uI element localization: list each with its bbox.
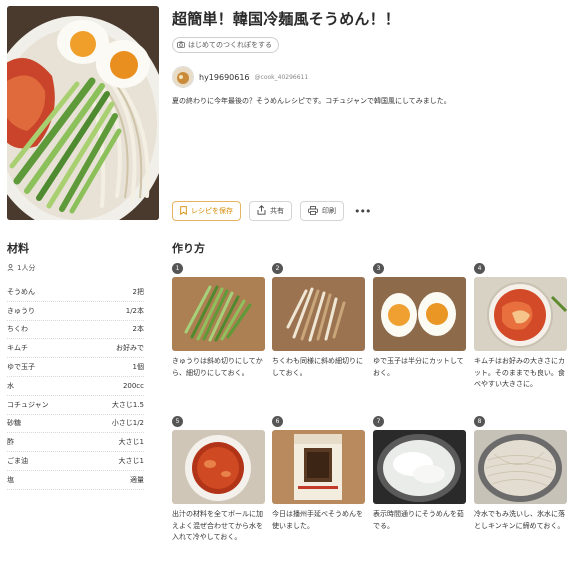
bookmark-icon <box>180 205 187 217</box>
first-tsukurepo-label: はじめてのつくれぽをする <box>188 41 272 49</box>
author-avatar[interactable] <box>172 66 194 88</box>
ingredient-row: 砂糖 小さじ1/2 <box>7 415 144 434</box>
step-photo[interactable] <box>172 277 265 351</box>
ingredient-name: 砂糖 <box>7 419 21 428</box>
ingredient-row: そうめん 2把 <box>7 283 144 302</box>
ingredient-row: ゆで玉子 1個 <box>7 358 144 377</box>
ingredient-amount: 小さじ1/2 <box>111 419 144 428</box>
printer-icon <box>308 205 318 217</box>
step-8: 8 冷水でもみ洗いし、氷水に落としキンキンに締めておく。 <box>474 416 567 532</box>
ingredient-row: 水 200cc <box>7 377 144 396</box>
step-text: キムチはお好みの大きさにカット。そのままでも良い。食べやすい大きさに。 <box>474 357 565 388</box>
step-5: 5 出汁の材料を全てボールに加えよく混ぜ合わせてから水を入れて冷やしておく。 <box>172 416 265 544</box>
ingredient-amount: 2本 <box>132 325 144 334</box>
step-text: ちくわも同様に斜め細切りにしておく。 <box>272 357 363 377</box>
step-text: 今日は播州手延べそうめんを使いました。 <box>272 510 363 530</box>
ingredient-name: ちくわ <box>7 325 28 334</box>
step-number: 8 <box>474 416 485 427</box>
ingredient-amount: 適量 <box>130 475 144 484</box>
step-text: 表示時間通りにそうめんを茹でる。 <box>373 510 464 530</box>
ingredient-name: コチュジャン <box>7 400 49 409</box>
first-tsukurepo-button[interactable]: はじめてのつくれぽをする <box>172 37 279 53</box>
ingredient-name: きゅうり <box>7 306 35 315</box>
step-photo[interactable] <box>272 277 365 351</box>
save-recipe-button[interactable]: レシピを保存 <box>172 201 241 221</box>
author-id: @cook_40296611 <box>254 73 309 81</box>
step-6: 6 今日は播州手延べそうめんを使いました。 <box>272 416 365 532</box>
step-3: 3 ゆで玉子は半分にカットしておく。 <box>373 263 466 379</box>
author-info[interactable]: hy19690616 @cook_40296611 <box>172 66 308 88</box>
recipe-title: 超簡単！韓国冷麺風そうめん！！ <box>172 10 401 28</box>
camera-icon <box>177 41 185 50</box>
ingredient-amount: 大さじ1 <box>118 457 144 466</box>
ingredient-amount: 大さじ1 <box>118 438 144 447</box>
ingredient-amount: 1/2本 <box>125 306 144 315</box>
ingredient-list: そうめん 2把 きゅうり 1/2本 ちくわ 2本 キムチ お好みで ゆで玉子 1個 水 20… <box>7 283 144 490</box>
step-text: 出汁の材料を全てボールに加えよく混ぜ合わせてから水を入れて冷やしておく。 <box>172 510 263 541</box>
step-number: 1 <box>172 263 183 274</box>
more-options-icon[interactable]: ••• <box>354 205 371 218</box>
step-1: 1 きゅうりは斜め切りにしてから、細切りにしておく。 <box>172 263 265 379</box>
print-label: 印刷 <box>322 207 336 215</box>
step-photo[interactable] <box>272 430 365 504</box>
step-2: 2 ちくわも同様に斜め細切りにしておく。 <box>272 263 365 379</box>
ingredient-amount: 1個 <box>132 363 144 372</box>
ingredient-name: ごま油 <box>7 457 28 466</box>
ingredient-row: きゅうり 1/2本 <box>7 302 144 321</box>
step-number: 6 <box>272 416 283 427</box>
recipe-main-photo <box>7 6 159 220</box>
step-number: 3 <box>373 263 384 274</box>
ingredient-name: そうめん <box>7 287 35 296</box>
person-icon <box>7 263 14 273</box>
share-icon <box>257 205 266 217</box>
save-recipe-label: レシピを保存 <box>191 207 233 215</box>
step-photo[interactable] <box>172 430 265 504</box>
step-photo[interactable] <box>373 277 466 351</box>
recipe-actions: レシピを保存 共有 印刷 ••• <box>172 201 371 221</box>
ingredient-name: 水 <box>7 381 14 390</box>
servings-label: 1人分 <box>17 264 36 272</box>
ingredient-name: ゆで玉子 <box>7 363 35 372</box>
step-number: 7 <box>373 416 384 427</box>
step-number: 4 <box>474 263 485 274</box>
share-label: 共有 <box>270 207 284 215</box>
step-text: きゅうりは斜め切りにしてから、細切りにしておく。 <box>172 357 263 377</box>
steps-heading: 作り方 <box>172 242 205 255</box>
step-photo[interactable] <box>474 277 567 351</box>
ingredient-row: ごま油 大さじ1 <box>7 452 144 471</box>
ingredient-amount: お好みで <box>116 344 144 353</box>
step-number: 2 <box>272 263 283 274</box>
share-button[interactable]: 共有 <box>249 201 292 221</box>
step-7: 7 表示時間通りにそうめんを茹でる。 <box>373 416 466 532</box>
ingredient-name: 塩 <box>7 475 14 484</box>
ingredient-row: コチュジャン 大さじ1.5 <box>7 396 144 415</box>
ingredient-row: 塩 適量 <box>7 471 144 490</box>
ingredients-heading: 材料 <box>7 242 29 255</box>
step-text: ゆで玉子は半分にカットしておく。 <box>373 357 464 377</box>
step-text: 冷水でもみ洗いし、氷水に落としキンキンに締めておく。 <box>474 510 565 530</box>
ingredient-amount: 2把 <box>132 287 144 296</box>
step-number: 5 <box>172 416 183 427</box>
step-4: 4 キムチはお好みの大きさにカット。そのままでも良い。食べやすい大きさに。 <box>474 263 567 391</box>
step-photo[interactable] <box>373 430 466 504</box>
ingredient-row: 酢 大さじ1 <box>7 433 144 453</box>
ingredient-row: ちくわ 2本 <box>7 321 144 340</box>
ingredient-amount: 大さじ1.5 <box>111 400 144 409</box>
step-photo[interactable] <box>474 430 567 504</box>
ingredient-amount: 200cc <box>122 381 144 390</box>
servings: 1人分 <box>7 263 35 273</box>
ingredient-row: キムチ お好みで <box>7 339 144 359</box>
ingredient-name: 酢 <box>7 438 14 447</box>
author-name[interactable]: hy19690616 <box>199 73 250 82</box>
print-button[interactable]: 印刷 <box>300 201 344 221</box>
ingredient-name: キムチ <box>7 344 28 353</box>
recipe-description: 夏の終わりに今年最後の？そうめんレシピです。コチュジャンで韓国風にしてみました。 <box>172 97 451 105</box>
